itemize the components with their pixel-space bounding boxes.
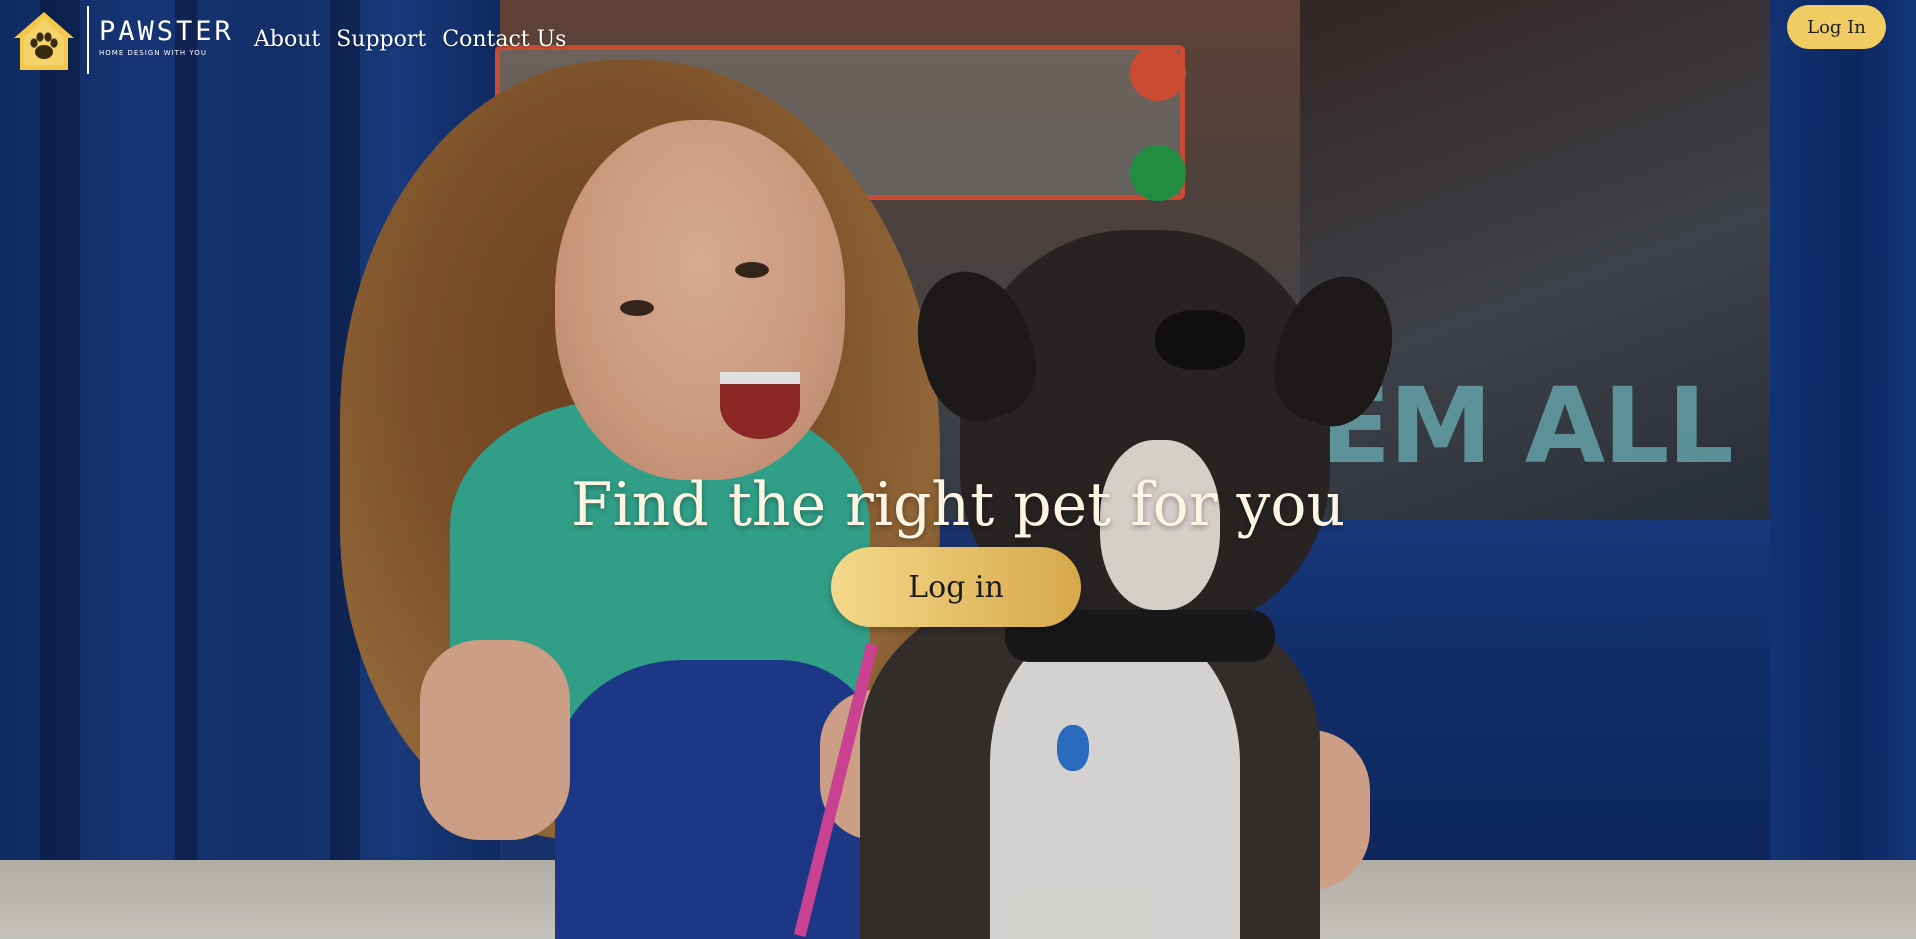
house-paw-icon xyxy=(14,12,74,70)
hero-login-button[interactable]: Log in xyxy=(831,547,1081,627)
nav-support-link[interactable]: Support xyxy=(336,24,426,56)
site-header: PAWSTER HOME DESIGN WITH YOU About Suppo… xyxy=(0,0,1916,80)
brand-name: PAWSTER xyxy=(99,16,234,47)
hero-title: Find the right pet for you xyxy=(570,470,1346,540)
header-login-button[interactable]: Log In xyxy=(1787,5,1886,49)
logo-home-link[interactable] xyxy=(12,10,76,72)
brand-tagline: HOME DESIGN WITH YOU xyxy=(99,49,207,57)
nav-about-link[interactable]: About xyxy=(254,24,320,56)
nav-contact-link[interactable]: Contact Us xyxy=(442,24,566,56)
main-nav: About Support Contact Us xyxy=(254,24,566,56)
logo-divider xyxy=(87,6,89,74)
